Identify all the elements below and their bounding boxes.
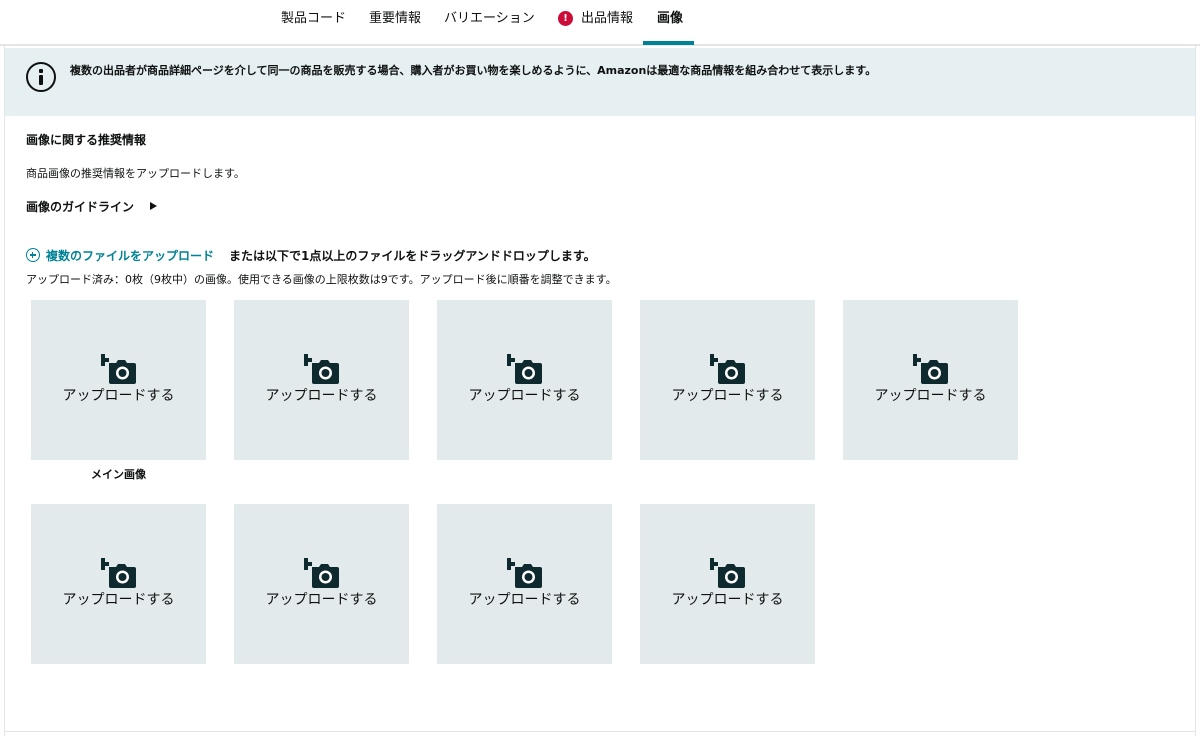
camera-add-icon: [710, 354, 745, 384]
drag-drop-instruction: または以下で1点以上のファイルをドラッグアンドドロップします。: [229, 249, 596, 263]
upload-slot-label: アップロードする: [468, 388, 581, 404]
image-guidelines-toggle[interactable]: 画像のガイドライン: [26, 198, 134, 215]
image-upload-slot[interactable]: アップロードする: [437, 504, 612, 664]
tab-bar: 製品コード 重要情報 バリエーション ! 出品情報 画像: [0, 0, 1200, 46]
section-description: 商品画像の推奨情報をアップロードします。: [26, 167, 245, 180]
upload-slot-label: アップロードする: [468, 592, 581, 608]
tab-listing-info[interactable]: 出品情報: [581, 0, 633, 44]
image-upload-slot[interactable]: アップロードする: [843, 300, 1018, 460]
panel-border-bottom: [4, 731, 1196, 732]
image-upload-slot[interactable]: アップロードする: [640, 504, 815, 664]
info-icon: [26, 62, 56, 92]
alert-icon: !: [558, 11, 573, 26]
panel-border-left: [4, 46, 5, 736]
play-caret-icon[interactable]: [150, 202, 157, 210]
upload-slot-label: アップロードする: [62, 388, 175, 404]
tab-product-code[interactable]: 製品コード: [281, 0, 346, 44]
upload-multiple-files-link[interactable]: 複数のファイルをアップロード: [46, 247, 214, 264]
upload-slot-label: アップロードする: [62, 592, 175, 608]
info-banner-text: 複数の出品者が商品詳細ページを介して同一の商品を販売する場合、購入者がお買い物を…: [70, 64, 877, 77]
plus-circle-icon[interactable]: [26, 248, 40, 262]
info-banner: [5, 48, 1195, 116]
upload-slot-label: アップロードする: [265, 388, 378, 404]
upload-slot-label: アップロードする: [874, 388, 987, 404]
section-title: 画像に関する推奨情報: [26, 133, 147, 147]
panel-border-right: [1195, 46, 1196, 736]
upload-slot-label: アップロードする: [671, 388, 784, 404]
camera-add-icon: [304, 558, 339, 588]
upload-slot-label: アップロードする: [265, 592, 378, 608]
main-image-caption: メイン画像: [91, 468, 146, 481]
upload-status-text: アップロード済み：0枚（9枚中）の画像。使用できる画像の上限枚数は9です。アップ…: [26, 273, 617, 286]
image-upload-slot[interactable]: アップロードする: [640, 300, 815, 460]
camera-add-icon: [913, 354, 948, 384]
camera-add-icon: [304, 354, 339, 384]
image-upload-slot[interactable]: アップロードする: [31, 300, 206, 460]
image-upload-slot[interactable]: アップロードする: [234, 504, 409, 664]
tab-variations[interactable]: バリエーション: [444, 0, 535, 44]
image-upload-slot[interactable]: アップロードする: [234, 300, 409, 460]
image-upload-slot[interactable]: アップロードする: [437, 300, 612, 460]
tab-images[interactable]: 画像: [657, 0, 683, 44]
camera-add-icon: [101, 558, 136, 588]
camera-add-icon: [101, 354, 136, 384]
camera-add-icon: [507, 558, 542, 588]
camera-add-icon: [507, 354, 542, 384]
tab-important-info[interactable]: 重要情報: [369, 0, 421, 44]
camera-add-icon: [710, 558, 745, 588]
upload-slot-label: アップロードする: [671, 592, 784, 608]
active-tab-indicator: [643, 41, 694, 45]
image-upload-slot[interactable]: アップロードする: [31, 504, 206, 664]
